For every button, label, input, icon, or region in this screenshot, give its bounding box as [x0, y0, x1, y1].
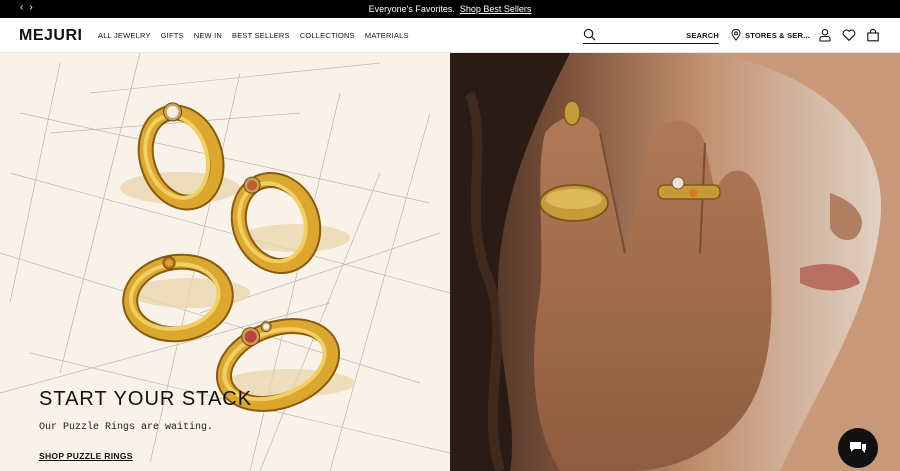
nav-best-sellers[interactable]: BEST SELLERS — [232, 31, 290, 40]
nav-gifts[interactable]: GIFTS — [161, 31, 184, 40]
shop-puzzle-rings-link[interactable]: SHOP PUZZLE RINGS — [39, 451, 133, 461]
hero-headline: START YOUR STACK — [39, 388, 253, 410]
stores-label: STORES & SER... — [745, 30, 810, 40]
search-bar: SEARCH — [583, 27, 719, 44]
location-pin-icon — [731, 29, 741, 41]
wishlist-heart-icon[interactable] — [842, 28, 856, 42]
prev-arrow-icon[interactable]: ‹ — [20, 2, 23, 14]
nav-materials[interactable]: MATERIALS — [365, 31, 409, 40]
search-icon[interactable] — [583, 28, 596, 41]
stores-services-link[interactable]: STORES & SER... — [731, 29, 810, 41]
hero-subline: Our Puzzle Rings are waiting. — [39, 422, 214, 433]
chat-bubble-icon — [850, 442, 866, 453]
nav-collections[interactable]: COLLECTIONS — [300, 31, 355, 40]
search-input[interactable] — [601, 28, 681, 42]
hero-right-photo — [450, 53, 900, 471]
main-nav: ALL JEWELRY GIFTS NEW IN BEST SELLERS CO… — [98, 31, 409, 40]
next-arrow-icon[interactable]: › — [29, 2, 32, 14]
announcement-message: Everyone's Favorites. — [368, 4, 455, 14]
announcement-arrows: ‹ › — [20, 2, 33, 14]
nav-new-in[interactable]: NEW IN — [194, 31, 222, 40]
shopping-bag-icon[interactable] — [866, 28, 880, 42]
announcement-link[interactable]: Shop Best Sellers — [460, 4, 532, 14]
site-header: MEJURI ALL JEWELRY GIFTS NEW IN BEST SEL… — [0, 18, 900, 53]
announcement-bar: ‹ › Everyone's Favorites. Shop Best Sell… — [0, 0, 900, 18]
chat-button[interactable] — [838, 428, 878, 468]
search-button[interactable]: SEARCH — [686, 31, 719, 40]
logo[interactable]: MEJURI — [19, 27, 82, 45]
account-icon[interactable] — [818, 28, 832, 42]
model-photo — [450, 53, 900, 471]
nav-all-jewelry[interactable]: ALL JEWELRY — [98, 31, 151, 40]
